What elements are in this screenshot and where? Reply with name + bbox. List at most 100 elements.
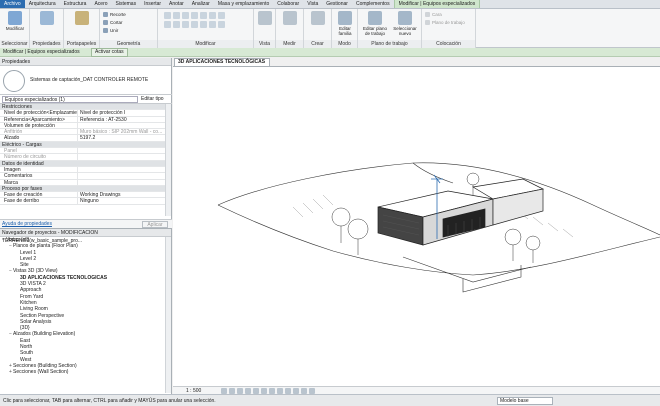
ribbon-tab-1[interactable]: Arquitectura bbox=[25, 0, 60, 8]
ribbon-tab-9[interactable]: Colaborar bbox=[273, 0, 303, 8]
edit-type-button[interactable]: Editar tipo bbox=[141, 96, 164, 103]
ribbon-tab-0[interactable]: Archivo bbox=[0, 0, 25, 8]
delete-tool[interactable] bbox=[218, 21, 225, 28]
measure-button[interactable] bbox=[279, 11, 301, 39]
select-dropdown[interactable]: Seleccionar bbox=[0, 40, 29, 48]
properties-help-link[interactable]: Ayuda de propiedades bbox=[2, 221, 52, 228]
workplane-icon bbox=[368, 11, 382, 25]
tree-item-label: Section Perspective bbox=[20, 312, 65, 319]
placement-workplane[interactable]: Plano de trabajo bbox=[425, 19, 465, 26]
tree-item-label: West bbox=[20, 356, 32, 363]
cope-icon bbox=[103, 12, 108, 18]
pin-tool[interactable] bbox=[209, 21, 216, 28]
properties-title: Propiedades bbox=[0, 58, 171, 66]
scale-tool[interactable] bbox=[200, 21, 207, 28]
paste-button[interactable] bbox=[71, 11, 93, 39]
create-button[interactable] bbox=[307, 11, 329, 39]
ribbon-tab-4[interactable]: Sistemas bbox=[112, 0, 141, 8]
property-key: Imagen bbox=[0, 166, 78, 173]
options-bar: Modificar | Equipos especializados Activ… bbox=[0, 48, 660, 57]
property-value[interactable] bbox=[78, 154, 165, 159]
split-tool[interactable] bbox=[173, 21, 180, 28]
tree-item-label: 3D VISTA 2 bbox=[20, 281, 46, 288]
pick-new-button[interactable]: Seleccionar nuevo bbox=[392, 11, 418, 39]
split-gap-tool[interactable] bbox=[182, 21, 189, 28]
category-filter-dropdown[interactable]: Equipos especializados (1) bbox=[2, 96, 138, 103]
browser-title: Navegador de proyectos - MODIFICACION TE… bbox=[0, 229, 171, 244]
placement-face[interactable]: Cara bbox=[425, 11, 442, 18]
view-button[interactable] bbox=[254, 11, 276, 39]
property-value[interactable]: Ninguno bbox=[78, 198, 165, 203]
context-label: Modificar | Equipos especializados bbox=[3, 49, 80, 55]
group-modify: Modificar bbox=[158, 9, 254, 48]
property-value[interactable] bbox=[78, 167, 165, 172]
cut-button[interactable]: Cortar bbox=[103, 19, 123, 26]
properties-scrollbar[interactable] bbox=[165, 104, 171, 216]
property-key: Anfitrión bbox=[0, 129, 78, 135]
property-row[interactable]: Fase de derribo Ninguno bbox=[0, 198, 165, 205]
properties-button[interactable] bbox=[36, 11, 58, 39]
ribbon-tab-7[interactable]: Analizar bbox=[188, 0, 214, 8]
type-selector[interactable]: Sistemas de captación_DAT CONTROLER REMO… bbox=[0, 67, 172, 95]
workplane-small-icon bbox=[425, 20, 430, 26]
property-value[interactable]: Referencia : AT-2530 bbox=[78, 117, 165, 122]
tree-item-label: Level 2 bbox=[20, 255, 37, 262]
ribbon-tab-6[interactable]: Anotar bbox=[165, 0, 188, 8]
measure-icon bbox=[283, 11, 297, 25]
align-tool[interactable] bbox=[164, 12, 171, 19]
edit-family-button[interactable]: Editar familia bbox=[334, 11, 356, 39]
property-key: Alzado bbox=[0, 135, 78, 141]
property-value[interactable] bbox=[78, 173, 165, 178]
tree-item-label: Solar Analysis bbox=[20, 318, 52, 325]
ribbon-tab-10[interactable]: Vista bbox=[303, 0, 322, 8]
design-option-select[interactable]: Modelo base bbox=[497, 397, 553, 405]
property-value[interactable]: Muro básico : SIP 202mm Wall - co... bbox=[78, 129, 165, 134]
tree-item-label: Alzados (Building Elevation) bbox=[13, 331, 76, 338]
trim-tool[interactable] bbox=[164, 21, 171, 28]
tree-item-label: Planos de planta (Floor Plan) bbox=[13, 243, 78, 250]
cope-button[interactable]: Recorte bbox=[103, 11, 126, 18]
modify-tools bbox=[164, 12, 225, 28]
modify-button[interactable]: Modificar bbox=[4, 11, 26, 39]
tree-item-label: East bbox=[20, 337, 31, 344]
ribbon-tab-13[interactable]: Modificar | Equipos especializados bbox=[393, 0, 481, 8]
tree-item[interactable]: +Secciones (Wall Section) bbox=[0, 369, 164, 375]
ribbon-tab-3[interactable]: Acero bbox=[90, 0, 111, 8]
tree-item-label: Living Room bbox=[20, 306, 48, 313]
mirror-tool[interactable] bbox=[182, 12, 189, 19]
3d-viewport[interactable] bbox=[173, 66, 660, 386]
apply-button[interactable]: Aplicar bbox=[142, 221, 168, 228]
move-tool[interactable] bbox=[200, 12, 207, 19]
ribbon-tab-2[interactable]: Estructura bbox=[60, 0, 91, 8]
property-value[interactable] bbox=[78, 148, 165, 153]
offset-tool[interactable] bbox=[173, 12, 180, 19]
tree-item-label: Level 1 bbox=[20, 249, 37, 256]
tree-item-label: North bbox=[20, 344, 33, 351]
ribbon-tab-11[interactable]: Gestionar bbox=[322, 0, 352, 8]
property-value[interactable] bbox=[78, 123, 165, 128]
property-value[interactable] bbox=[78, 180, 165, 185]
property-value[interactable]: 5197.2 bbox=[78, 135, 165, 140]
edit-family-icon bbox=[338, 11, 352, 25]
tree-item-label: Secciones (Building Section) bbox=[13, 362, 77, 369]
view-tab[interactable]: 3D APLICACIONES TECNOLÓGICAS bbox=[174, 58, 270, 66]
join-icon bbox=[103, 28, 108, 34]
property-key: Panel bbox=[0, 148, 78, 154]
tree-item-label: Site bbox=[20, 262, 29, 269]
ribbon-tab-8[interactable]: Masa y emplazamiento bbox=[214, 0, 273, 8]
browser-scrollbar[interactable] bbox=[165, 237, 171, 393]
property-key: Referencia<Aparcamiento> bbox=[0, 116, 78, 122]
property-key: Datos de identidad bbox=[2, 160, 44, 166]
activate-dimensions-button[interactable]: Activar cotas bbox=[91, 48, 128, 57]
edit-workplane-button[interactable]: Editar plano de trabajo bbox=[362, 11, 388, 39]
group-workplane: Editar plano de trabajo Seleccionar nuev… bbox=[358, 9, 422, 48]
rotate-tool[interactable] bbox=[218, 12, 225, 19]
property-value[interactable]: Working Drawings bbox=[78, 192, 165, 197]
ribbon-tab-5[interactable]: Insertar bbox=[140, 0, 165, 8]
property-value[interactable]: Nivel de protección I bbox=[78, 110, 165, 115]
join-button[interactable]: Unir bbox=[103, 27, 118, 34]
mirror-draw-tool[interactable] bbox=[191, 12, 198, 19]
array-tool[interactable] bbox=[191, 21, 198, 28]
ribbon-tab-12[interactable]: Complementos bbox=[352, 0, 394, 8]
copy-tool[interactable] bbox=[209, 12, 216, 19]
